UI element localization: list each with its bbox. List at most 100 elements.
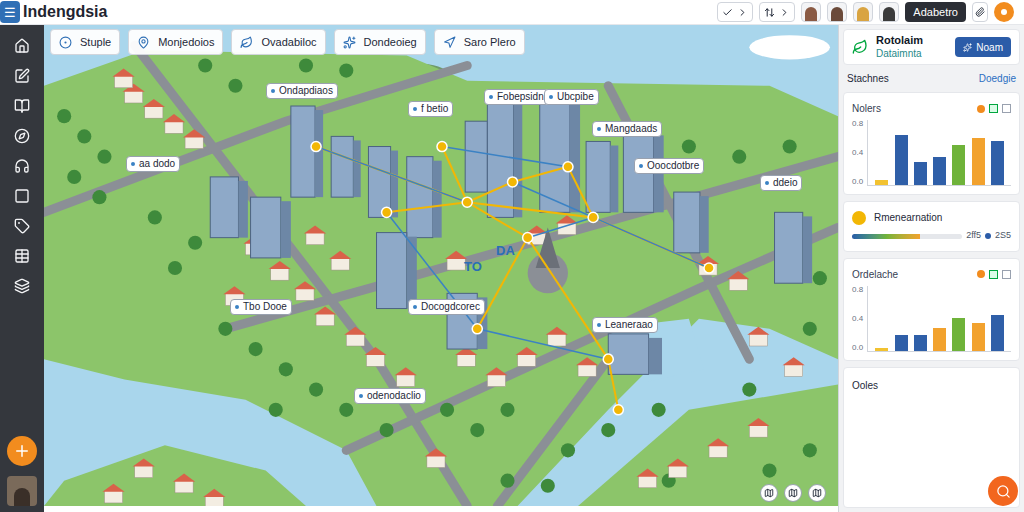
top-bar: ☰IndengdsiaAdabetro <box>0 0 1024 25</box>
axis-tick: 0.8 <box>852 286 863 294</box>
progress-card: Rmenearnation 2ff5 2S5 <box>843 201 1020 252</box>
progress-title: Rmenearnation <box>874 210 942 225</box>
section-link[interactable]: Doedgie <box>979 71 1016 86</box>
sidebar-item[interactable] <box>7 127 37 145</box>
progress-reading: 2ff5 <box>966 229 981 243</box>
menu-button[interactable]: ☰ <box>0 1 20 23</box>
compass-icon <box>14 128 30 144</box>
check-dropdown[interactable] <box>717 2 753 22</box>
add-button[interactable] <box>7 436 37 466</box>
map-icon <box>788 488 798 498</box>
sidebar-item[interactable] <box>7 187 37 205</box>
search-icon <box>996 484 1011 499</box>
chart-bar <box>933 328 946 351</box>
headphones-icon <box>14 158 30 174</box>
map-tab[interactable]: Dondeoieg <box>334 29 426 55</box>
y-axis: 0.80.40.0 <box>852 120 863 186</box>
chart-bar <box>914 335 927 351</box>
profile-avatar[interactable] <box>994 2 1014 22</box>
header-subtitle: Dataimnta <box>876 48 923 61</box>
map-tab[interactable]: Stuple <box>50 29 120 55</box>
edit-icon <box>14 68 30 84</box>
chart-bar <box>952 318 965 351</box>
chart-bar <box>875 180 888 185</box>
progress-reading: 2S5 <box>995 229 1011 243</box>
city-map-illustration <box>44 25 838 506</box>
sidebar-item[interactable] <box>7 37 37 55</box>
map-label[interactable]: Ubcpibe <box>544 89 599 105</box>
chart-bar <box>972 138 985 185</box>
map-label[interactable]: Tbo Dooe <box>230 299 292 315</box>
attach-button[interactable] <box>972 2 988 22</box>
sidebar-item[interactable] <box>7 217 37 235</box>
user-avatar[interactable] <box>827 2 847 22</box>
plot-area <box>867 120 1011 186</box>
axis-tick: 0.4 <box>852 315 863 323</box>
header-card: RotolaimDataimntaNoam <box>843 29 1020 65</box>
map-label[interactable]: aa dodo <box>126 156 180 172</box>
check-icon <box>722 7 733 18</box>
map-tab[interactable]: Monjedoios <box>128 29 223 55</box>
section-title: Stachnes <box>847 71 889 86</box>
pin-icon <box>137 36 150 49</box>
sidebar-item[interactable] <box>7 67 37 85</box>
progress-fill <box>852 234 920 239</box>
map-control-button[interactable] <box>808 484 826 502</box>
map-icon <box>764 488 774 498</box>
map-label[interactable]: Ondapdiaos <box>266 83 338 99</box>
bottom-card-title: Ooles <box>852 380 878 391</box>
green-square-icon[interactable] <box>989 104 998 113</box>
paperclip-icon <box>975 7 985 17</box>
orange-dot-icon <box>977 105 985 113</box>
sort-dropdown[interactable] <box>759 2 795 22</box>
map-label[interactable]: odenodaclio <box>354 388 426 404</box>
sparkle-icon <box>963 43 972 52</box>
map-icon <box>812 488 822 498</box>
map-control-button[interactable] <box>784 484 802 502</box>
map-label[interactable]: ddeio <box>760 175 802 191</box>
map-view[interactable]: Stuple Monjedoios Ovadabiloc Dondeoieg Saro … <box>44 25 838 512</box>
map-control-button[interactable] <box>760 484 778 502</box>
grey-square-icon[interactable] <box>1002 104 1011 113</box>
chevron-icon <box>737 7 748 18</box>
grey-square-icon[interactable] <box>1002 270 1011 279</box>
chart-bar <box>991 141 1004 185</box>
green-square-icon[interactable] <box>989 270 998 279</box>
axis-tick: 0.0 <box>852 178 863 186</box>
sort-icon <box>764 7 775 18</box>
map-label[interactable]: Ooocdotbre <box>634 158 704 174</box>
plot-area <box>867 286 1011 352</box>
chart-title: Ordelache <box>852 267 898 282</box>
map-label[interactable]: f betio <box>408 101 453 117</box>
chart-bar <box>952 145 965 185</box>
map-tabs: Stuple Monjedoios Ovadabiloc Dondeoieg Saro … <box>50 29 525 55</box>
map-tab[interactable]: Saro Plero <box>434 29 525 55</box>
search-button[interactable] <box>988 476 1018 506</box>
sidebar-item[interactable] <box>7 97 37 115</box>
map-label[interactable]: Fobepsidn <box>484 89 549 105</box>
map-tab[interactable]: Ovadabiloc <box>231 29 325 55</box>
ordelache-chart: Ordelache0.80.40.0 <box>843 258 1020 361</box>
sidebar-item[interactable] <box>7 157 37 175</box>
axis-tick: 0.8 <box>852 120 863 128</box>
user-photo[interactable] <box>7 476 37 506</box>
target-icon <box>59 36 72 49</box>
sidebar-item[interactable] <box>7 277 37 295</box>
book-icon <box>14 98 30 114</box>
plus-icon <box>13 442 31 460</box>
chart-bar <box>895 335 908 351</box>
square-icon <box>14 188 30 204</box>
user-avatar[interactable] <box>879 2 899 22</box>
chart-bar <box>991 315 1004 351</box>
map-label[interactable]: Mangdaads <box>592 121 662 137</box>
sidebar-item[interactable] <box>7 247 37 265</box>
chart-bar <box>875 348 888 351</box>
map-label[interactable]: Docogdcorec <box>408 299 485 315</box>
user-button[interactable]: Adabetro <box>905 2 966 22</box>
map-label[interactable]: Leaneraao <box>592 317 658 333</box>
user-avatar[interactable] <box>801 2 821 22</box>
primary-button[interactable]: Noam <box>955 37 1011 57</box>
map-controls <box>760 484 826 502</box>
user-avatar[interactable] <box>853 2 873 22</box>
progress-track <box>852 234 962 239</box>
